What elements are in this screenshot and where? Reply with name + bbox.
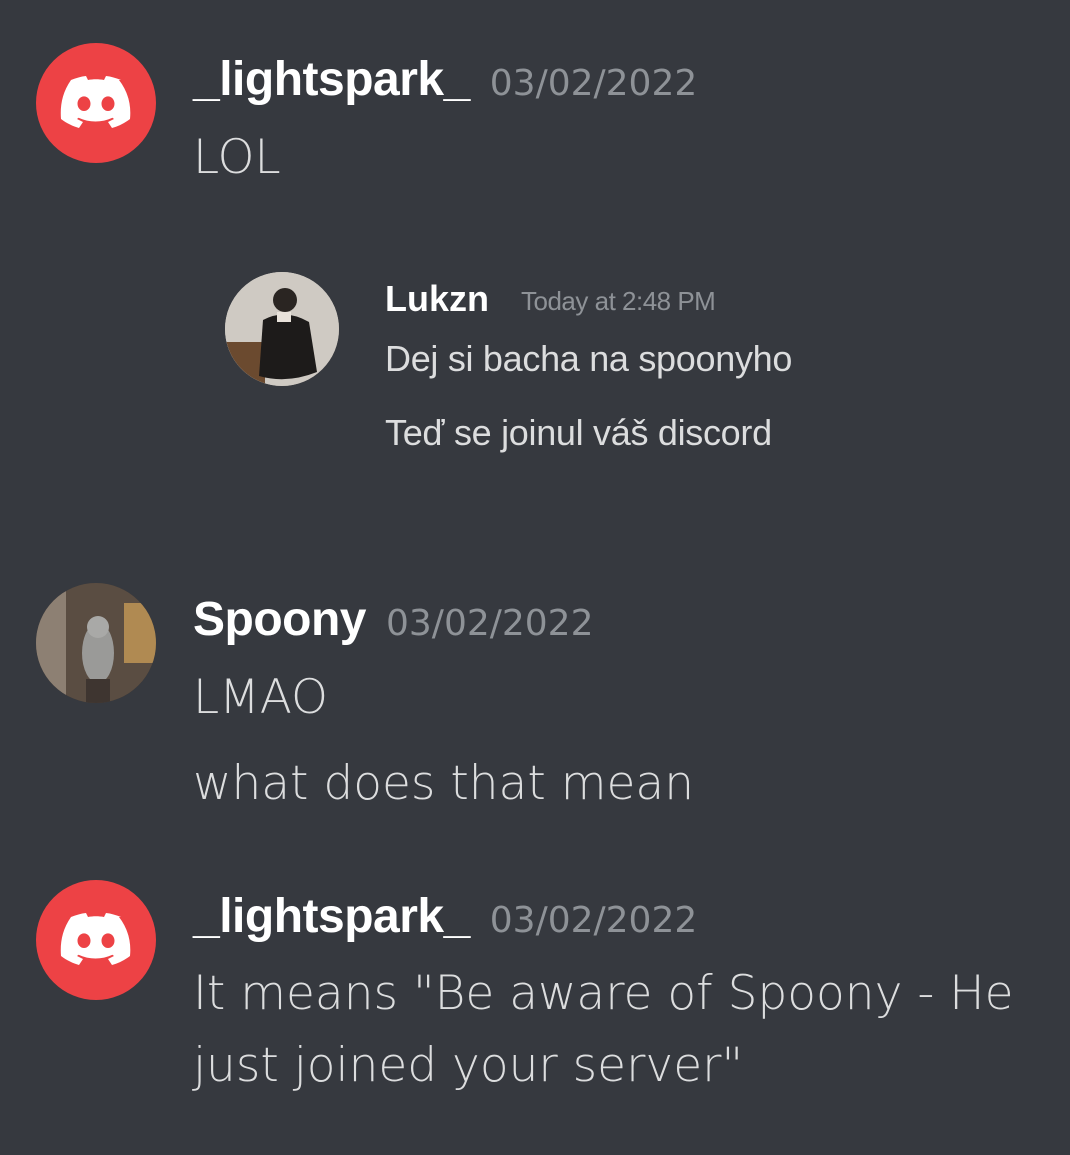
message-text: LMAO	[193, 670, 329, 725]
user-photo-icon	[36, 583, 156, 703]
avatar	[225, 272, 339, 386]
timestamp: 03/02/2022	[489, 900, 698, 941]
discord-logo-icon[interactable]	[36, 43, 156, 163]
message-header: _lightspark_ 03/02/2022	[193, 889, 697, 944]
message-text: LOL	[193, 130, 281, 185]
username[interactable]: _lightspark_	[193, 890, 470, 943]
message-text: Teď se joinul váš discord	[385, 412, 772, 453]
chat-view: { "messages": [ { "username": "_lightspa…	[0, 0, 1070, 1155]
username: Lukzn	[385, 278, 489, 319]
message-header: _lightspark_ 03/02/2022	[193, 52, 697, 107]
timestamp: Today at 2:48 PM	[521, 286, 716, 316]
discord-logo-glyph	[60, 913, 131, 965]
avatar[interactable]	[36, 583, 156, 703]
timestamp: 03/02/2022	[386, 603, 594, 644]
message-header: Spoony 03/02/2022	[193, 592, 594, 647]
user-photo-icon	[225, 272, 339, 386]
embedded-screenshot: Lukzn Today at 2:48 PM Dej si bacha na s…	[225, 268, 925, 468]
message-text: Dej si bacha na spoonyho	[385, 338, 793, 379]
message-text: just joined your server"	[193, 1038, 744, 1093]
username[interactable]: _lightspark_	[193, 53, 470, 106]
message-text: what does that mean	[193, 756, 695, 811]
message-text: It means "Be aware of Spoony - He	[193, 966, 1014, 1021]
timestamp: 03/02/2022	[489, 63, 698, 104]
discord-logo-icon[interactable]	[36, 880, 156, 1000]
discord-logo-glyph	[60, 76, 131, 128]
username[interactable]: Spoony	[193, 593, 367, 646]
